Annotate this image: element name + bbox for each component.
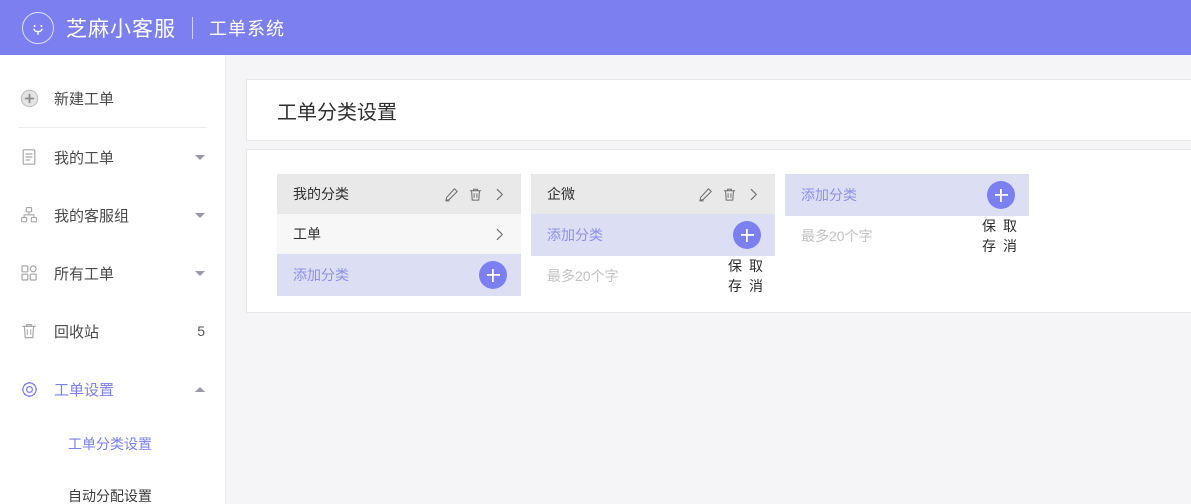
sidebar-item-label: 新建工单 (54, 90, 115, 108)
cancel-button[interactable]: 取消 (749, 256, 763, 296)
new-category-input-row: 保存 取消 (785, 216, 1029, 256)
row-actions (698, 187, 761, 202)
add-category-label: 添加分类 (801, 187, 857, 203)
chevron-down-icon[interactable] (195, 212, 205, 218)
category-column-header[interactable]: 我的分类 (277, 174, 521, 214)
sidebar-subitem-auto-assign-settings[interactable]: 自动分配设置 (0, 470, 225, 504)
gear-icon (18, 378, 40, 400)
sidebar-item-new-ticket[interactable]: 新建工单 (0, 69, 225, 127)
add-category-row[interactable]: 添加分类 (531, 214, 775, 256)
page-title-card: 工单分类设置 (246, 79, 1191, 141)
sidebar-item-label: 我的客服组 (54, 207, 130, 225)
sidebar-subitem-label: 工单分类设置 (68, 436, 152, 452)
category-name: 工单 (293, 226, 321, 242)
plus-icon[interactable] (987, 181, 1015, 209)
add-category-label: 添加分类 (293, 267, 349, 283)
smiley-face-icon (22, 11, 54, 44)
category-column-1: 我的分类 工单 添加分类 (277, 174, 521, 296)
sidebar-item-my-group[interactable]: 我的客服组 (0, 186, 225, 244)
body-wrapper: 新建工单 我的工单 我的客服组 所有工单 回收站 5 工单设置 工单分类设置 自… (0, 55, 1191, 504)
add-category-label: 添加分类 (547, 227, 603, 243)
grid-apps-icon (18, 262, 40, 284)
chevron-right-icon[interactable] (492, 187, 507, 202)
category-column-2: 企微 添加分类 最多20个字 保存 取消 (531, 174, 775, 296)
chevron-down-icon[interactable] (195, 154, 205, 160)
add-category-row[interactable]: 添加分类 (785, 174, 1029, 216)
org-chart-icon (18, 204, 40, 226)
input-row-buttons: 保存 取消 (982, 216, 1017, 256)
category-settings-card: 我的分类 工单 添加分类 企微 添加分类 最多20个字 保存 取消 添加分类 最… (246, 149, 1191, 313)
category-column-3: 添加分类 保存 取消 (785, 174, 1029, 256)
plus-icon[interactable] (479, 261, 507, 289)
plus-circle-icon (18, 87, 40, 109)
page-title: 工单分类设置 (277, 101, 397, 124)
pencil-icon[interactable] (698, 187, 713, 202)
sidebar-item-label: 工单设置 (54, 381, 115, 399)
row-actions (444, 187, 507, 202)
sidebar-item-all-tickets[interactable]: 所有工单 (0, 244, 225, 302)
sidebar-item-label: 回收站 (54, 323, 100, 341)
chevron-down-icon[interactable] (195, 270, 205, 276)
app-header: 芝麻小客服 工单系统 (0, 0, 1191, 55)
pencil-icon[interactable] (444, 187, 459, 202)
sidebar-item-ticket-settings[interactable]: 工单设置 (0, 360, 225, 418)
system-name: 工单系统 (209, 18, 285, 39)
row-actions (492, 227, 507, 242)
trash-icon[interactable] (722, 187, 737, 202)
chevron-right-icon[interactable] (492, 227, 507, 242)
brand-name: 芝麻小客服 (66, 17, 176, 41)
chevron-up-icon[interactable] (195, 386, 205, 392)
new-category-input-row: 保存 取消 (531, 256, 775, 296)
sidebar-item-label: 所有工单 (54, 265, 115, 283)
chevron-right-icon[interactable] (746, 187, 761, 202)
recycle-bin-count: 5 (197, 323, 205, 339)
new-category-input[interactable] (547, 268, 728, 284)
sidebar: 新建工单 我的工单 我的客服组 所有工单 回收站 5 工单设置 工单分类设置 自… (0, 55, 226, 504)
sidebar-subitem-category-settings[interactable]: 工单分类设置 (0, 418, 225, 470)
add-category-row[interactable]: 添加分类 (277, 254, 521, 296)
brand-divider (192, 16, 193, 39)
category-name: 我的分类 (293, 186, 349, 202)
trash-icon[interactable] (468, 187, 483, 202)
input-row-buttons: 保存 取消 (728, 256, 763, 296)
cancel-button[interactable]: 取消 (1003, 216, 1017, 256)
category-name: 企微 (547, 186, 575, 202)
sidebar-item-recycle-bin[interactable]: 回收站 5 (0, 302, 225, 360)
document-icon (18, 146, 40, 168)
category-column-header[interactable]: 企微 (531, 174, 775, 214)
save-button[interactable]: 保存 (728, 256, 742, 296)
plus-icon[interactable] (733, 221, 761, 249)
sidebar-item-label: 我的工单 (54, 149, 115, 167)
category-item-row[interactable]: 工单 (277, 214, 521, 254)
main-content: 工单分类设置 我的分类 工单 添加分类 企微 添加分类 最多20个字 保存 取消… (226, 55, 1191, 504)
trash-icon (18, 320, 40, 342)
new-category-input[interactable] (801, 228, 982, 244)
sidebar-subitem-label: 自动分配设置 (68, 488, 152, 504)
sidebar-item-my-tickets[interactable]: 我的工单 (0, 128, 225, 186)
save-button[interactable]: 保存 (982, 216, 996, 256)
